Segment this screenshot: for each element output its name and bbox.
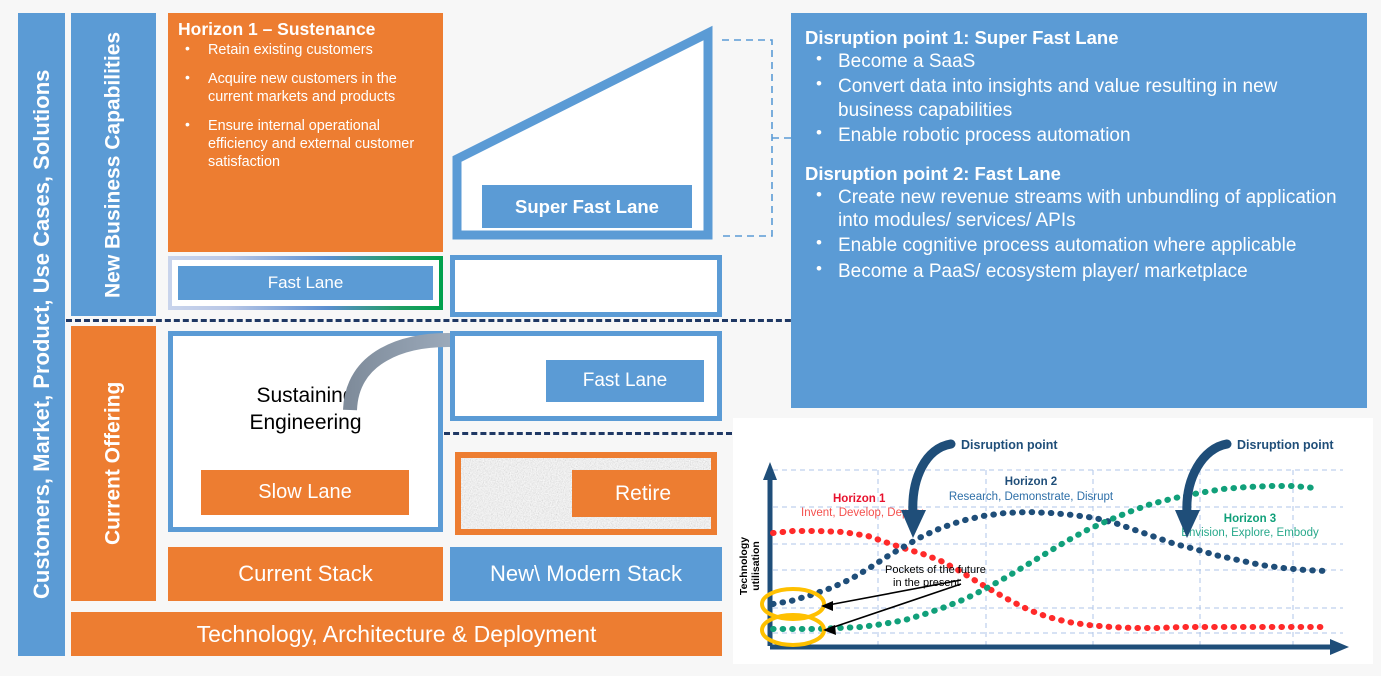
disruption-group-1-list: Become a SaaS Convert data into insights… <box>805 49 1351 147</box>
h3-sub-text: Envision, Explore, Embody <box>1181 527 1319 539</box>
list-item: Create new revenue streams with unbundli… <box>805 185 1351 232</box>
fast-lane-mid-label: Fast Lane <box>546 360 704 402</box>
h2-sub-text: Research, Demonstrate, Disrupt <box>949 491 1114 503</box>
list-item: Retain existing customers <box>174 40 435 59</box>
spine-label: Customers, Market, Product, Use Cases, S… <box>18 13 65 656</box>
pockets-line1-text: Pockets of the future <box>885 564 986 576</box>
fast-lane-top-frame: Fast Lane <box>168 256 443 310</box>
modern-stack-block: New\ Modern Stack <box>450 547 722 601</box>
horizon1-bullet-list: Retain existing customers Acquire new cu… <box>174 40 435 171</box>
disruption-group-2-title: Disruption point 2: Fast Lane <box>805 162 1061 184</box>
list-item: Convert data into insights and value res… <box>805 74 1351 121</box>
fast-lane-top-label: Fast Lane <box>178 266 433 300</box>
list-item: Enable robotic process automation <box>805 123 1351 147</box>
retire-divider <box>444 432 732 435</box>
list-item: Become a SaaS <box>805 49 1351 73</box>
super-fast-lane-label: Super Fast Lane <box>482 185 692 228</box>
bracket-connector <box>722 39 792 237</box>
slow-lane-label: Slow Lane <box>201 470 409 515</box>
chart-y-axis-title: Technology utilisation <box>738 537 762 595</box>
y-axis-line1-text: Technology <box>738 537 750 595</box>
horizon1-panel: Horizon 1 – Sustenance Retain existing c… <box>168 13 443 252</box>
disruption-group-1-title: Disruption point 1: Super Fast Lane <box>805 27 1119 48</box>
current-stack-block: Current Stack <box>168 547 443 601</box>
row-label-new-business-capabilities: New Business Capabilities <box>71 13 156 316</box>
list-item: Acquire new customers in the current mar… <box>174 69 435 106</box>
disruption-group-2-list: Create new revenue streams with unbundli… <box>805 185 1351 283</box>
h2-name-text: Horizon 2 <box>1005 476 1057 488</box>
list-item: Become a PaaS/ ecosystem player/ marketp… <box>805 259 1351 283</box>
list-item: Ensure internal operational efficiency a… <box>174 116 435 171</box>
super-fast-lane-shape: Super Fast Lane <box>450 13 722 244</box>
row-label-nbc-text: New Business Capabilities <box>101 31 125 298</box>
h3-name-text: Horizon 3 <box>1224 513 1276 525</box>
disruption-2-text: Disruption point <box>1237 438 1334 452</box>
foundation-block: Technology, Architecture & Deployment <box>71 612 722 656</box>
row-label-current-text: Current Offering <box>101 381 125 546</box>
h1-name-text: Horizon 1 <box>833 493 886 505</box>
diagram-canvas: Customers, Market, Product, Use Cases, S… <box>0 0 1381 676</box>
horizon1-title: Horizon 1 – Sustenance <box>178 19 376 39</box>
chart-svg: Technology utilisation Pockets of the fu… <box>733 418 1373 664</box>
empty-blue-box <box>450 255 722 317</box>
y-axis-line2-text: utilisation <box>750 541 762 591</box>
disruption-points-panel: Disruption point 1: Super Fast Lane Beco… <box>791 13 1367 408</box>
spine-label-text: Customers, Market, Product, Use Cases, S… <box>28 69 54 600</box>
retire-label: Retire <box>572 470 714 517</box>
disruption-group-1: Disruption point 1: Super Fast Lane Beco… <box>805 27 1351 147</box>
list-item: Enable cognitive process automation wher… <box>805 233 1351 257</box>
three-horizons-chart: Technology utilisation Pockets of the fu… <box>733 418 1373 664</box>
row-label-current-offering: Current Offering <box>71 326 156 601</box>
disruption-group-2: Disruption point 2: Fast Lane Create new… <box>805 163 1351 283</box>
disruption-1-text: Disruption point <box>961 438 1058 452</box>
fast-lane-top-inner: Fast Lane <box>172 260 439 306</box>
